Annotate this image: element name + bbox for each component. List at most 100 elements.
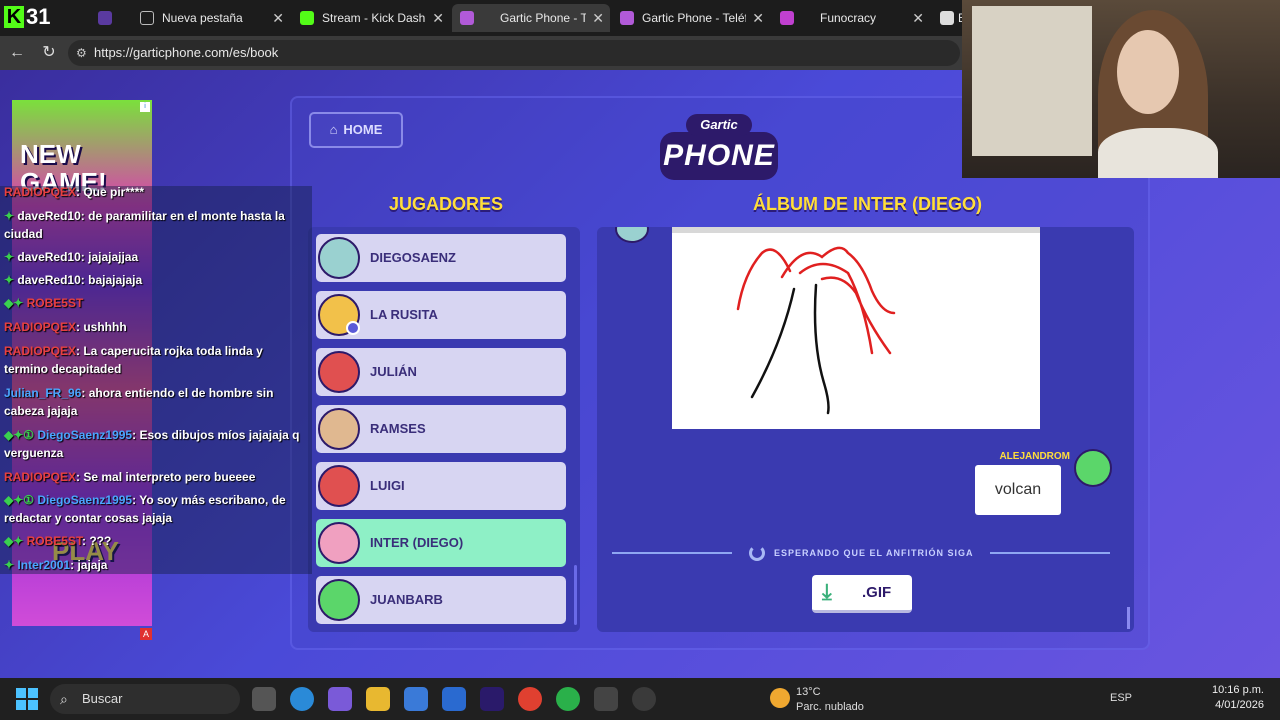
tab-funocracy[interactable]: Funocracy ✕ [772, 4, 930, 32]
tab-gartic[interactable]: Gartic Phone - Teléfono ✕ [612, 4, 770, 32]
weather-icon [770, 688, 790, 708]
chrome-icon[interactable] [518, 687, 542, 711]
player-avatar [318, 408, 360, 450]
album-title: ÁLBUM DE INTER (DIEGO) [753, 194, 982, 214]
capcut-icon[interactable] [594, 687, 618, 711]
webcam-person-face [1117, 30, 1179, 114]
player-item[interactable]: DIEGOSAENZ [316, 234, 566, 282]
close-tab-icon[interactable]: ✕ [432, 4, 444, 32]
page-icon [940, 11, 954, 25]
store-icon[interactable] [404, 687, 428, 711]
album-panel: ALEJANDROM volcan ESPERANDO QUE EL ANFIT… [597, 227, 1134, 632]
player-item[interactable]: JULIÁN [316, 348, 566, 396]
taskbar-search[interactable]: ⌕ Buscar [50, 684, 240, 714]
download-icon: ⤓ [822, 579, 832, 604]
weather-widget[interactable]: 13°C Parc. nublado [770, 684, 870, 714]
ad-badge: A [140, 628, 152, 640]
loading-spinner-icon [749, 545, 765, 561]
site-info-icon[interactable]: ⚙ [76, 40, 87, 66]
close-tab-icon[interactable]: ✕ [912, 4, 924, 32]
player-avatar [318, 579, 360, 621]
player-item-active[interactable]: INTER (DIEGO) [316, 519, 566, 567]
host-badge-icon [346, 321, 360, 335]
author-avatar [1074, 449, 1112, 487]
gartic-phone-logo: PHONE Gartic [660, 114, 778, 184]
chat-overlay: RADIOPQEX: Que pir**** ✦ daveRed10: de p… [0, 185, 312, 574]
kick-icon [300, 11, 314, 25]
reload-icon[interactable]: ↻ [38, 42, 60, 64]
chat-message: RADIOPQEX: Que pir**** [4, 185, 145, 199]
copilot-icon[interactable] [328, 687, 352, 711]
badge-icon: ◆✦ [4, 296, 24, 310]
webcam-overlay [962, 0, 1280, 178]
windows-start-icon[interactable] [16, 688, 38, 710]
badge-icon: ✦ [4, 558, 15, 572]
tab-gartic-active[interactable]: Gartic Phone - Teléfono ✕ [452, 4, 610, 32]
chat-message: RADIOPQEX: ushhhh [4, 320, 127, 334]
home-button[interactable]: ⌂ HOME [309, 112, 403, 148]
taskbar: ⌕ Buscar 13°C Parc. nublado ESP 10:16 p.… [0, 678, 1280, 720]
clock[interactable]: 10:16 p.m. 4/01/2026 [1212, 683, 1264, 713]
chat-message: ✦ daveRed10: jajajajjaa [4, 250, 139, 264]
task-view-icon[interactable] [252, 687, 276, 711]
obs-icon[interactable] [632, 687, 656, 711]
webcam-person-shirt [1098, 128, 1218, 178]
players-scrollbar[interactable] [574, 565, 577, 625]
player-item[interactable]: RAMSES [316, 405, 566, 453]
logo-top: Gartic [686, 114, 752, 136]
outlook-icon[interactable] [442, 687, 466, 711]
tab-kick-dashboard[interactable]: Stream - Kick Dashboard ✕ [292, 4, 450, 32]
chat-message: RADIOPQEX: Se mal interpreto pero bueeee [4, 470, 256, 484]
tab-count: 31 [26, 4, 51, 29]
twitch-icon [98, 11, 112, 25]
ad-info-icon[interactable]: i [140, 102, 150, 112]
chat-message: RADIOPQEX: La caperucita rojka toda lind… [4, 344, 263, 376]
player-avatar [318, 351, 360, 393]
tab-new[interactable]: Nueva pestaña ✕ [132, 4, 290, 32]
badge-icon: ◆✦① [4, 493, 35, 507]
page-icon [140, 11, 154, 25]
close-tab-icon[interactable]: ✕ [272, 4, 284, 32]
album-scrollbar[interactable] [1127, 607, 1130, 629]
back-icon[interactable]: ← [6, 42, 28, 64]
chat-message: Julian_FR_96: ahora entiendo el de hombr… [4, 386, 274, 418]
player-avatar [318, 522, 360, 564]
players-list: DIEGOSAENZ LA RUSITA JULIÁN RAMSES LUIGI… [308, 227, 580, 632]
drawer-avatar [615, 227, 649, 243]
players-title: JUGADORES [389, 194, 504, 214]
player-item[interactable]: LUIGI [316, 462, 566, 510]
player-avatar [318, 465, 360, 507]
kick-logo-icon: K [4, 6, 24, 28]
drawing-card [672, 227, 1040, 429]
badge-icon: ✦ [4, 250, 15, 264]
home-icon: ⌂ [329, 122, 338, 137]
chat-message: ◆✦ ROBE5ST [4, 296, 84, 310]
close-tab-icon[interactable]: ✕ [592, 4, 604, 32]
language-indicator[interactable]: ESP [1110, 692, 1132, 704]
download-gif-button[interactable]: ⤓ .GIF [812, 575, 912, 613]
chat-message: ◆✦① DiegoSaenz1995: Esos dibujos míos ja… [4, 428, 300, 460]
divider [990, 552, 1110, 554]
close-tab-icon[interactable]: ✕ [752, 4, 764, 32]
file-explorer-icon[interactable] [366, 687, 390, 711]
funocracy-icon [780, 11, 794, 25]
whatsapp-icon[interactable] [556, 687, 580, 711]
gartic-icon [620, 11, 634, 25]
chat-message: ◆✦ ROBE5ST: ??? [4, 534, 112, 548]
badge-icon: ◆✦① [4, 428, 35, 442]
badge-icon: ✦ [4, 273, 15, 287]
tab-pinned[interactable] [90, 4, 130, 32]
search-icon: ⌕ [60, 691, 68, 707]
player-avatar [318, 237, 360, 279]
chat-message: ✦ daveRed10: bajajajaja [4, 273, 143, 287]
url-input[interactable]: ⚙ https://garticphone.com/es/book [68, 40, 960, 66]
divider [612, 552, 732, 554]
guess-author: ALEJANDROM [999, 451, 1070, 462]
edge-icon[interactable] [290, 687, 314, 711]
volcano-drawing [736, 246, 896, 415]
premiere-icon[interactable] [480, 687, 504, 711]
tab-partial[interactable]: E [932, 4, 962, 32]
player-item[interactable]: JUANBARB [316, 576, 566, 624]
chat-message: ◆✦① DiegoSaenz1995: Yo soy más escribano… [4, 493, 286, 525]
player-item[interactable]: LA RUSITA [316, 291, 566, 339]
